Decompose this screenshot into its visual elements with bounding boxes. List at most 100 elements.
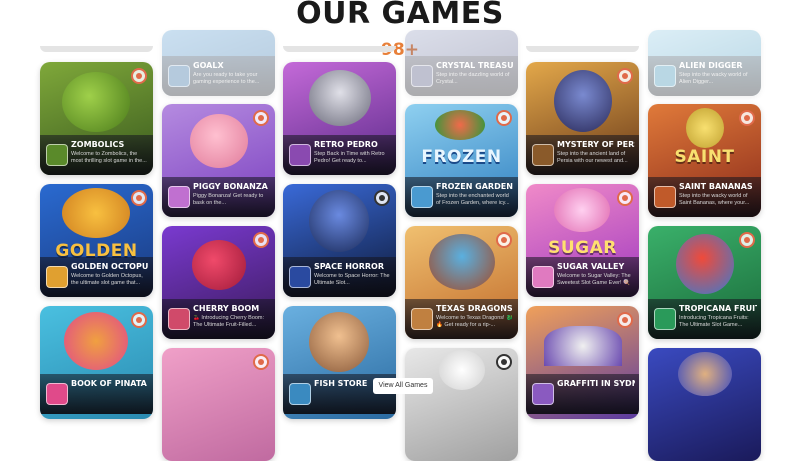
play-icon[interactable] [496,232,512,248]
game-info: PIGGY BONANZA Piggy Bonanza! Get ready t… [162,177,275,217]
game-description: 🍒 Introducing Cherry Boom: The Ultimate … [193,315,265,328]
game-card-space-horror[interactable]: SPACE HORROR Welcome to Space Horror: Th… [283,184,396,297]
game-card-mystery-of-persia[interactable]: MYSTERY OF PERSIA Step into the ancient … [526,62,639,175]
card-stub [526,46,639,52]
game-name: MYSTERY OF PERSIA [557,140,635,149]
play-icon[interactable] [496,110,512,126]
play-icon[interactable] [617,68,633,84]
game-name: GRAFFITI IN SYDNEY [557,379,635,388]
card-stub [40,46,153,52]
game-logo: SAINT [674,146,735,167]
play-icon[interactable] [253,354,269,370]
game-name: ALIEN DIGGER [679,61,743,70]
game-info: GRAFFITI IN SYDNEY [526,374,639,414]
play-icon[interactable] [131,312,147,328]
play-icon[interactable] [496,354,512,370]
chef-art [439,350,485,390]
game-description: Step into the enchanted world of Frozen … [436,193,510,206]
game-card-zombolics[interactable]: ZOMBOLICS Welcome to Zombolics, the most… [40,62,153,175]
game-card-cherry-boom[interactable]: CHERRY BOOM 🍒 Introducing Cherry Boom: T… [162,226,275,339]
game-description: Piggy Bonanza! Get ready to bask on the.… [193,193,264,206]
candy-art [554,188,610,232]
game-card[interactable] [162,348,275,461]
game-card-graffiti-in-sydney[interactable]: GRAFFITI IN SYDNEY [526,306,639,419]
city-art [544,326,622,366]
play-icon[interactable] [617,312,633,328]
game-description: Step into the ancient land of Persia wit… [557,151,628,164]
game-thumbnail [289,144,311,166]
game-thumbnail [411,65,433,87]
game-thumbnail [532,144,554,166]
game-thumbnail [168,65,190,87]
game-name: SPACE HORROR [314,262,384,271]
game-description: Are you ready to take your gaming experi… [193,72,260,85]
play-icon[interactable] [374,190,390,206]
character-art [678,352,732,396]
pinata-art [64,312,128,370]
card-stub [283,46,396,52]
game-card-retro-pedro[interactable]: RETRO PEDRO Step Back in Time with Retro… [283,62,396,175]
game-description: Welcome to Zombolics, the most thrilling… [71,151,147,164]
game-info: TROPICANA FRUITS Introducing Tropicana F… [648,299,761,339]
game-thumbnail [289,383,311,405]
view-all-games-button[interactable]: View All Games [373,378,433,394]
game-description: Step into the dazzling world of Crystal.… [436,72,510,85]
game-name: SUGAR VALLEY [557,262,625,271]
game-name: TROPICANA FRUITS [679,304,757,313]
game-info: SAINT BANANAS Step into the wacky world … [648,177,761,217]
game-info: RETRO PEDRO Step Back in Time with Retro… [283,135,396,175]
game-thumbnail [411,186,433,208]
game-card[interactable] [405,348,518,461]
game-info: BOOK OF PINATA [40,374,153,414]
game-info: ZOMBOLICS Welcome to Zombolics, the most… [40,135,153,175]
game-card-golden-octopus[interactable]: GOLDEN GOLDEN OCTOPUS Welcome to Golden … [40,184,153,297]
character-art [309,190,369,252]
game-info: SUGAR VALLEY Welcome to Sugar Valley: Th… [526,257,639,297]
game-name: PIGGY BONANZA [193,182,268,191]
game-thumbnail [654,186,676,208]
play-icon[interactable] [131,190,147,206]
character-art [62,188,130,238]
game-card-goalx[interactable]: GOALX Are you ready to take your gaming … [162,30,275,96]
game-card-piggy-bonanza[interactable]: PIGGY BONANZA Piggy Bonanza! Get ready t… [162,104,275,217]
game-logo: FROZEN [421,146,502,167]
game-art [648,348,761,461]
play-icon[interactable] [131,68,147,84]
game-card-fish-store[interactable]: FISH STORE [283,306,396,419]
play-icon[interactable] [739,110,755,126]
game-info: FROZEN GARDEN Step into the enchanted wo… [405,177,518,217]
game-card-alien-digger[interactable]: ALIEN DIGGER Step into the wacky world o… [648,30,761,96]
game-card-saint-bananas[interactable]: SAINT SAINT BANANAS Step into the wacky … [648,104,761,217]
game-card-crystal-treasure[interactable]: CRYSTAL TREASURE Step into the dazzling … [405,30,518,96]
game-card[interactable] [648,348,761,461]
game-description: Introducing Tropicana Fruits: The Ultima… [679,315,749,328]
game-name: FROZEN GARDEN [436,182,513,191]
game-description: Welcome to Texas Dragons! 🐉🔥 Get ready f… [436,315,513,328]
game-info: GOALX Are you ready to take your gaming … [162,56,275,96]
game-description: Step Back in Time with Retro Pedro! Get … [314,151,385,164]
game-info: CRYSTAL TREASURE Step into the dazzling … [405,56,518,96]
game-card-sugar-valley[interactable]: SUGAR SUGAR VALLEY Welcome to Sugar Vall… [526,184,639,297]
game-description: Welcome to Golden Octopus, the ultimate … [71,273,143,286]
game-card-tropicana-fruits[interactable]: TROPICANA FRUITS Introducing Tropicana F… [648,226,761,339]
game-card-texas-dragons[interactable]: TEXAS DRAGONS Welcome to Texas Dragons! … [405,226,518,339]
play-icon[interactable] [739,232,755,248]
game-thumbnail [46,144,68,166]
game-thumbnail [654,308,676,330]
game-name: CRYSTAL TREASURE [436,61,514,70]
game-thumbnail [168,308,190,330]
game-info: ALIEN DIGGER Step into the wacky world o… [648,56,761,96]
game-thumbnail [289,266,311,288]
play-icon[interactable] [617,190,633,206]
game-name: CHERRY BOOM [193,304,260,313]
game-thumbnail [168,186,190,208]
character-art [429,234,495,290]
page-title: OUR GAMES [296,0,504,31]
game-card-frozen-garden[interactable]: FROZEN FROZEN GARDEN Step into the encha… [405,104,518,217]
game-thumbnail [46,383,68,405]
game-info: TEXAS DRAGONS Welcome to Texas Dragons! … [405,299,518,339]
game-info: MYSTERY OF PERSIA Step into the ancient … [526,135,639,175]
play-icon[interactable] [253,232,269,248]
game-card-book-of-pinata[interactable]: BOOK OF PINATA [40,306,153,419]
play-icon[interactable] [253,110,269,126]
